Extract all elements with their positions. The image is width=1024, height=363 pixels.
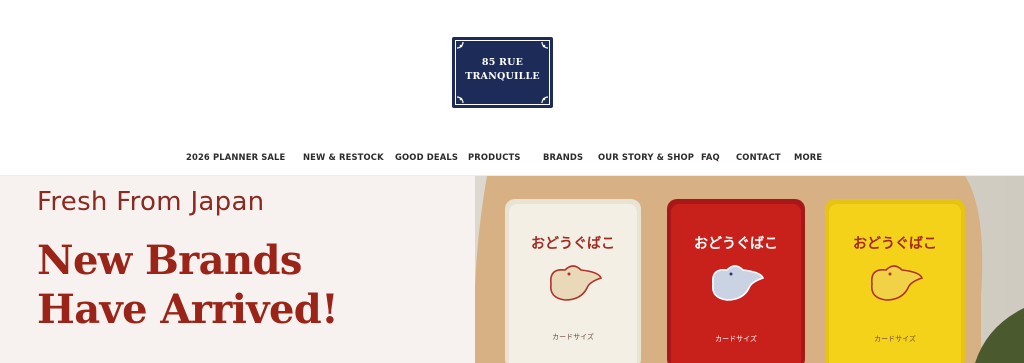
nav-item-products[interactable]: PRODUCTS	[468, 152, 521, 162]
hero-title-line-1: New Brands	[37, 237, 302, 284]
nav-item-brands[interactable]: BRANDS	[543, 152, 583, 162]
hero-banner[interactable]: Fresh From Japan New Brands Have Arrived…	[0, 176, 1024, 363]
product-box-cream: おどうぐばこ カードサイズ	[505, 199, 641, 363]
main-nav: 2026 PLANNER SALE NEW & RESTOCK GOOD DEA…	[0, 152, 1024, 168]
nav-item-new-restock[interactable]: NEW & RESTOCK	[303, 152, 384, 162]
product-name-1: おどうぐばこ	[531, 236, 615, 252]
nav-item-contact[interactable]: CONTACT	[736, 152, 781, 162]
logo-line-1: 85 RUE	[481, 57, 524, 68]
product-size-1: カードサイズ	[552, 332, 594, 341]
product-name-2: おどうぐばこ	[694, 236, 778, 252]
nav-item-faq[interactable]: FAQ	[701, 152, 720, 162]
site-logo[interactable]: 85 RUE TRANQUILLE	[452, 37, 553, 108]
logo-text: 85 RUE TRANQUILLE	[452, 56, 553, 84]
hero-subtitle: Fresh From Japan	[37, 187, 265, 217]
nav-item-our-story-shop[interactable]: OUR STORY & SHOP	[598, 152, 694, 162]
logo-line-2: TRANQUILLE	[465, 71, 540, 82]
product-box-red: おどうぐばこ カードサイズ	[667, 199, 805, 363]
nav-item-good-deals[interactable]: GOOD DEALS	[395, 152, 458, 162]
hero-title: New Brands Have Arrived!	[37, 236, 477, 334]
product-name-3: おどうぐばこ	[853, 236, 937, 252]
nav-item-more[interactable]: MORE	[794, 152, 822, 162]
site-header: 85 RUE TRANQUILLE 2026 PLANNER SALE NEW …	[0, 0, 1024, 176]
product-size-3: カードサイズ	[874, 334, 916, 343]
hero-product-photo: おどうぐばこ カードサイズ おどうぐばこ カードサイズ おどうぐばこ カードサイ…	[475, 176, 1024, 363]
hero-title-line-2: Have Arrived!	[37, 286, 339, 333]
product-size-2: カードサイズ	[715, 334, 757, 343]
product-box-yellow: おどうぐばこ カードサイズ	[825, 199, 965, 363]
nav-item-planner-sale[interactable]: 2026 PLANNER SALE	[186, 152, 285, 162]
